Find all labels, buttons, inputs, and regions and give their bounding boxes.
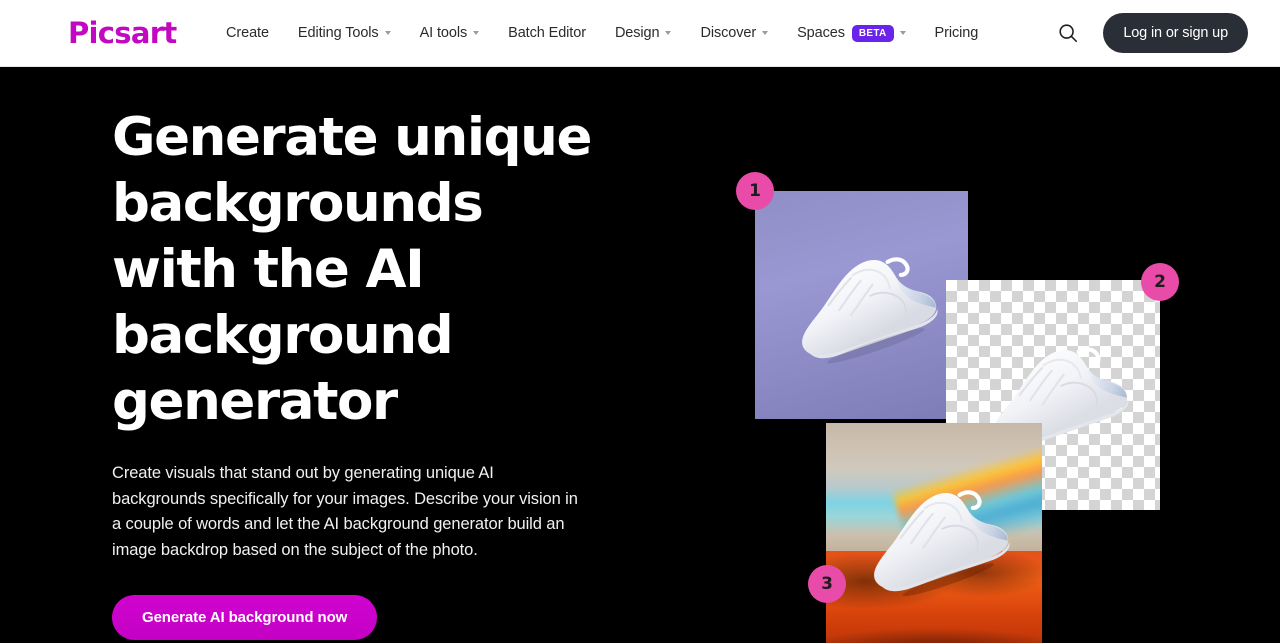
nav-label: Editing Tools bbox=[297, 25, 379, 41]
chevron-down-icon bbox=[665, 31, 672, 35]
chevron-down-icon bbox=[473, 31, 480, 35]
nav-item-discover[interactable]: Discover bbox=[700, 0, 781, 66]
sneaker-illustration bbox=[764, 227, 958, 384]
chevron-down-icon bbox=[384, 31, 391, 35]
nav-item-design[interactable]: Design bbox=[615, 0, 685, 66]
nav-label: Discover bbox=[700, 25, 757, 41]
step-badge-1: 1 bbox=[736, 172, 774, 210]
nav-label: Design bbox=[614, 25, 660, 41]
chevron-down-icon bbox=[899, 31, 906, 35]
nav-label: Batch Editor bbox=[508, 25, 586, 41]
sneaker-collage: 1 2 3 bbox=[0, 67, 1280, 643]
search-icon bbox=[1059, 24, 1078, 43]
search-button[interactable] bbox=[1051, 16, 1085, 50]
nav-item-create[interactable]: Create bbox=[226, 0, 282, 66]
nav-label: Create bbox=[226, 25, 269, 41]
collage-image-3-ai-background[interactable] bbox=[826, 423, 1042, 643]
nav-item-ai-tools[interactable]: AI tools bbox=[420, 0, 493, 66]
nav-item-pricing[interactable]: Pricing bbox=[935, 0, 992, 66]
hero-section: Generate unique backgrounds with the AI … bbox=[0, 67, 1280, 643]
main-navigation: Create Editing Tools AI tools Batch Edit… bbox=[226, 0, 1007, 66]
nav-label: Pricing bbox=[934, 25, 979, 41]
nav-item-batch-editor[interactable]: Batch Editor bbox=[508, 0, 599, 66]
header-actions: Log in or sign up bbox=[1051, 0, 1280, 66]
nav-item-spaces[interactable]: Spaces BETA bbox=[797, 0, 918, 66]
picsart-logo[interactable]: Picsart bbox=[68, 17, 177, 49]
login-signup-button[interactable]: Log in or sign up bbox=[1103, 13, 1248, 53]
nav-label: AI tools bbox=[419, 25, 468, 41]
beta-badge: BETA bbox=[851, 24, 894, 42]
nav-item-editing-tools[interactable]: Editing Tools bbox=[298, 0, 404, 66]
nav-label: Spaces bbox=[797, 25, 845, 41]
step-badge-3: 3 bbox=[808, 565, 846, 603]
site-header: Picsart Create Editing Tools AI tools Ba… bbox=[0, 0, 1280, 67]
step-badge-2: 2 bbox=[1141, 263, 1179, 301]
chevron-down-icon bbox=[762, 31, 769, 35]
collage-image-1-original[interactable] bbox=[755, 191, 968, 419]
